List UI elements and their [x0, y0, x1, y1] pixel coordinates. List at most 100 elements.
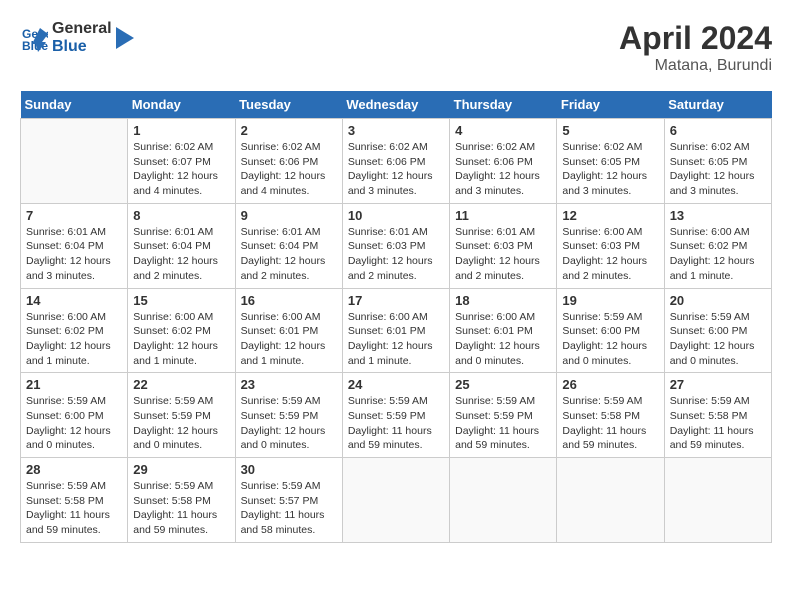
day-info: Sunrise: 6:00 AMSunset: 6:02 PMDaylight:…	[133, 310, 229, 369]
location: Matana, Burundi	[619, 57, 772, 75]
calendar-cell: 15 Sunrise: 6:00 AMSunset: 6:02 PMDayligh…	[128, 288, 235, 373]
calendar-cell: 30Sunrise: 5:59 AMSunset: 5:57 PMDayligh…	[235, 458, 342, 543]
calendar-cell: 27Sunrise: 5:59 AMSunset: 5:58 PMDayligh…	[664, 373, 771, 458]
weekday-header-monday: Monday	[128, 91, 235, 119]
day-number: 26	[562, 377, 658, 392]
day-info: Sunrise: 5:59 AMSunset: 6:00 PMDaylight:…	[670, 310, 766, 369]
month-year: April 2024	[619, 20, 772, 57]
page-header: General Blue General Blue April 2024 Mat…	[20, 20, 772, 75]
calendar-cell	[664, 458, 771, 543]
day-number: 3	[348, 123, 444, 138]
calendar-cell	[342, 458, 449, 543]
week-row-4: 21Sunrise: 5:59 AMSunset: 6:00 PMDayligh…	[21, 373, 772, 458]
day-info: Sunrise: 6:00 AMSunset: 6:01 PMDaylight:…	[241, 310, 337, 369]
calendar-cell: 11 Sunrise: 6:01 AMSunset: 6:03 PMDayligh…	[450, 203, 557, 288]
logo-general: General	[52, 20, 112, 38]
day-info: Sunrise: 6:01 AMSunset: 6:04 PMDaylight:…	[241, 225, 337, 284]
weekday-header-friday: Friday	[557, 91, 664, 119]
day-info: Sunrise: 6:00 AMSunset: 6:01 PMDaylight:…	[455, 310, 551, 369]
day-info: Sunrise: 6:01 AMSunset: 6:04 PMDaylight:…	[133, 225, 229, 284]
day-number: 14	[26, 293, 122, 308]
day-number: 19	[562, 293, 658, 308]
day-number: 30	[241, 462, 337, 477]
logo-blue: Blue	[52, 38, 112, 56]
weekday-header-saturday: Saturday	[664, 91, 771, 119]
calendar-cell: 12 Sunrise: 6:00 AMSunset: 6:03 PMDayligh…	[557, 203, 664, 288]
calendar-cell: 17 Sunrise: 6:00 AMSunset: 6:01 PMDayligh…	[342, 288, 449, 373]
day-number: 15	[133, 293, 229, 308]
day-number: 25	[455, 377, 551, 392]
day-number: 20	[670, 293, 766, 308]
weekday-header-thursday: Thursday	[450, 91, 557, 119]
day-number: 5	[562, 123, 658, 138]
calendar-cell: 7 Sunrise: 6:01 AMSunset: 6:04 PMDaylight…	[21, 203, 128, 288]
calendar-cell: 25 Sunrise: 5:59 AMSunset: 5:59 PMDayligh…	[450, 373, 557, 458]
day-number: 7	[26, 208, 122, 223]
calendar-cell: 19 Sunrise: 5:59 AMSunset: 6:00 PMDayligh…	[557, 288, 664, 373]
day-info: Sunrise: 5:59 AMSunset: 6:00 PMDaylight:…	[562, 310, 658, 369]
day-info: Sunrise: 6:00 AMSunset: 6:02 PMDaylight:…	[670, 225, 766, 284]
logo-icon: General Blue	[20, 24, 48, 52]
title-block: April 2024 Matana, Burundi	[619, 20, 772, 75]
calendar-cell: 16 Sunrise: 6:00 AMSunset: 6:01 PMDayligh…	[235, 288, 342, 373]
day-info: Sunrise: 6:00 AMSunset: 6:03 PMDaylight:…	[562, 225, 658, 284]
calendar-cell: 2 Sunrise: 6:02 AMSunset: 6:06 PMDaylight…	[235, 119, 342, 204]
calendar-cell: 3 Sunrise: 6:02 AMSunset: 6:06 PMDaylight…	[342, 119, 449, 204]
day-number: 12	[562, 208, 658, 223]
calendar-cell: 4 Sunrise: 6:02 AMSunset: 6:06 PMDaylight…	[450, 119, 557, 204]
day-info: Sunrise: 6:01 AMSunset: 6:03 PMDaylight:…	[455, 225, 551, 284]
calendar-cell: 6 Sunrise: 6:02 AMSunset: 6:05 PMDaylight…	[664, 119, 771, 204]
day-info: Sunrise: 6:01 AMSunset: 6:03 PMDaylight:…	[348, 225, 444, 284]
day-info: Sunrise: 6:02 AMSunset: 6:06 PMDaylight:…	[241, 140, 337, 199]
day-info: Sunrise: 5:59 AMSunset: 5:58 PMDaylight:…	[26, 479, 122, 538]
logo-arrow-icon	[116, 27, 134, 49]
day-info: Sunrise: 6:02 AMSunset: 6:05 PMDaylight:…	[670, 140, 766, 199]
day-number: 16	[241, 293, 337, 308]
logo: General Blue General Blue	[20, 20, 134, 55]
calendar-cell: 29Sunrise: 5:59 AMSunset: 5:58 PMDayligh…	[128, 458, 235, 543]
calendar-cell: 22 Sunrise: 5:59 AMSunset: 5:59 PMDayligh…	[128, 373, 235, 458]
weekday-header-wednesday: Wednesday	[342, 91, 449, 119]
day-number: 27	[670, 377, 766, 392]
calendar-cell: 10 Sunrise: 6:01 AMSunset: 6:03 PMDayligh…	[342, 203, 449, 288]
day-number: 10	[348, 208, 444, 223]
calendar-cell: 14 Sunrise: 6:00 AMSunset: 6:02 PMDayligh…	[21, 288, 128, 373]
day-number: 21	[26, 377, 122, 392]
day-number: 28	[26, 462, 122, 477]
day-info: Sunrise: 6:00 AMSunset: 6:01 PMDaylight:…	[348, 310, 444, 369]
calendar-cell	[450, 458, 557, 543]
day-info: Sunrise: 6:00 AMSunset: 6:02 PMDaylight:…	[26, 310, 122, 369]
day-info: Sunrise: 6:01 AMSunset: 6:04 PMDaylight:…	[26, 225, 122, 284]
day-number: 4	[455, 123, 551, 138]
day-number: 22	[133, 377, 229, 392]
day-info: Sunrise: 6:02 AMSunset: 6:06 PMDaylight:…	[455, 140, 551, 199]
calendar-cell	[557, 458, 664, 543]
week-row-3: 14 Sunrise: 6:00 AMSunset: 6:02 PMDayligh…	[21, 288, 772, 373]
day-number: 24	[348, 377, 444, 392]
calendar-cell: 26Sunrise: 5:59 AMSunset: 5:58 PMDayligh…	[557, 373, 664, 458]
weekday-header-row: SundayMondayTuesdayWednesdayThursdayFrid…	[21, 91, 772, 119]
day-number: 9	[241, 208, 337, 223]
day-number: 11	[455, 208, 551, 223]
day-number: 8	[133, 208, 229, 223]
day-info: Sunrise: 5:59 AMSunset: 5:59 PMDaylight:…	[455, 394, 551, 453]
day-info: Sunrise: 5:59 AMSunset: 5:59 PMDaylight:…	[348, 394, 444, 453]
weekday-header-sunday: Sunday	[21, 91, 128, 119]
day-number: 17	[348, 293, 444, 308]
calendar-cell: 18Sunrise: 6:00 AMSunset: 6:01 PMDayligh…	[450, 288, 557, 373]
calendar-cell: 8 Sunrise: 6:01 AMSunset: 6:04 PMDaylight…	[128, 203, 235, 288]
day-number: 6	[670, 123, 766, 138]
day-info: Sunrise: 5:59 AMSunset: 5:59 PMDaylight:…	[241, 394, 337, 453]
calendar-table: SundayMondayTuesdayWednesdayThursdayFrid…	[20, 91, 772, 543]
day-number: 1	[133, 123, 229, 138]
day-number: 13	[670, 208, 766, 223]
weekday-header-tuesday: Tuesday	[235, 91, 342, 119]
day-number: 2	[241, 123, 337, 138]
day-number: 23	[241, 377, 337, 392]
day-info: Sunrise: 5:59 AMSunset: 5:59 PMDaylight:…	[133, 394, 229, 453]
calendar-cell: 1Sunrise: 6:02 AMSunset: 6:07 PMDaylight…	[128, 119, 235, 204]
calendar-cell: 5Sunrise: 6:02 AMSunset: 6:05 PMDaylight…	[557, 119, 664, 204]
day-info: Sunrise: 6:02 AMSunset: 6:06 PMDaylight:…	[348, 140, 444, 199]
week-row-2: 7 Sunrise: 6:01 AMSunset: 6:04 PMDaylight…	[21, 203, 772, 288]
week-row-5: 28 Sunrise: 5:59 AMSunset: 5:58 PMDayligh…	[21, 458, 772, 543]
